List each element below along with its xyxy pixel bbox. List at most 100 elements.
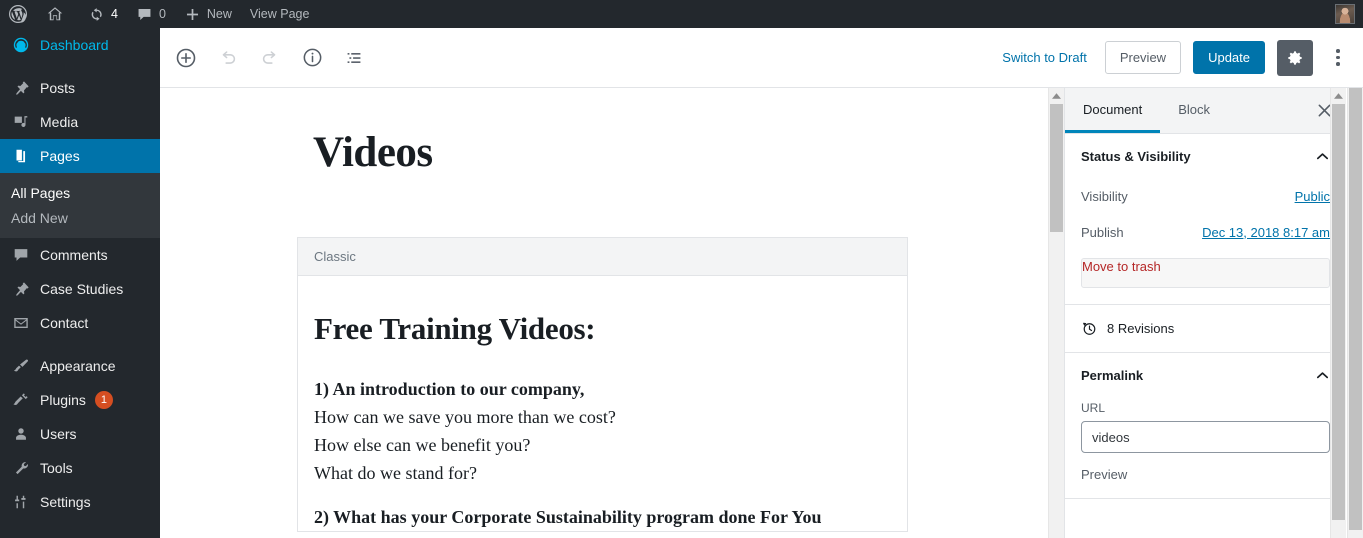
redo-button[interactable]: [252, 40, 288, 76]
content-paragraph: How can we save you more than we cost?: [314, 407, 616, 428]
view-page-link[interactable]: View Page: [241, 0, 319, 28]
status-visibility-panel-header[interactable]: Status & Visibility: [1081, 134, 1330, 178]
pin-icon: [11, 78, 31, 98]
chevron-up-icon[interactable]: [1315, 149, 1330, 164]
canvas-scrollbar-thumb[interactable]: [1050, 104, 1063, 232]
sidebar-item-label: Appearance: [40, 358, 116, 374]
publish-date-button[interactable]: Dec 13, 2018 8:17 am: [1202, 225, 1330, 240]
sidebar-item-label: Settings: [40, 494, 91, 510]
add-block-plus-circle-icon: [174, 46, 198, 70]
kebab-menu-icon-dot: [1336, 55, 1340, 60]
publish-row: Publish Dec 13, 2018 8:17 am: [1081, 214, 1330, 250]
menu-separator: [0, 62, 160, 71]
plugins-update-badge: 1: [94, 391, 113, 409]
wordpress-logo-menu[interactable]: [0, 0, 37, 28]
sidebar-item-media[interactable]: Media: [0, 105, 160, 139]
view-page-label: View Page: [249, 7, 310, 21]
kebab-menu-icon: [1336, 49, 1340, 53]
pages-icon: [11, 146, 31, 166]
sidebar-item-label: Comments: [40, 247, 108, 263]
admin-bar: 4 0 New View Page: [0, 0, 1363, 28]
pages-submenu: All Pages Add New: [0, 173, 160, 238]
sidebar-item-all-pages[interactable]: All Pages: [0, 180, 160, 205]
settings-button[interactable]: [1277, 39, 1313, 76]
sidebar-item-users[interactable]: Users: [0, 417, 160, 451]
content-info-button[interactable]: [294, 40, 330, 76]
url-slug-input[interactable]: [1081, 421, 1330, 453]
settings-sidebar-tabs: Document Block: [1065, 88, 1346, 134]
undo-arrow-icon: [217, 47, 239, 69]
publish-label: Publish: [1081, 224, 1124, 240]
classic-block-content[interactable]: Free Training Videos: 1) An introduction…: [298, 276, 907, 531]
sidebar-item-plugins[interactable]: Plugins 1: [0, 383, 160, 417]
tab-document[interactable]: Document: [1065, 88, 1161, 133]
page-title[interactable]: Videos: [313, 129, 925, 176]
canvas-scrollbar[interactable]: [1048, 88, 1064, 538]
sidebar-item-label: Case Studies: [40, 281, 124, 297]
wordpress-block-editor-screen: 4 0 New View Page Dashboard Posts Media …: [0, 0, 1363, 538]
block-navigation-button[interactable]: [336, 40, 372, 76]
editor-header-toolbar: Switch to Draft Preview Update: [160, 28, 1363, 88]
classic-block-header: Classic: [298, 238, 907, 276]
update-button[interactable]: Update: [1193, 41, 1265, 74]
sidebar-item-comments[interactable]: Comments: [0, 238, 160, 272]
sidebar-item-dashboard[interactable]: Dashboard: [0, 28, 160, 62]
updates-icon: [88, 6, 105, 23]
move-to-trash-button[interactable]: Move to trash: [1081, 258, 1330, 288]
add-block-button[interactable]: [168, 40, 204, 76]
permalink-preview-label: Preview: [1081, 467, 1128, 482]
sidebar-scrollbar-thumb[interactable]: [1332, 104, 1345, 520]
updates-link[interactable]: 4: [79, 0, 127, 28]
sidebar-scrollbar[interactable]: [1330, 88, 1346, 538]
scroll-up-arrow-icon[interactable]: [1331, 88, 1346, 103]
classic-block[interactable]: Classic Free Training Videos: 1) An intr…: [297, 237, 908, 533]
sidebar-item-appearance[interactable]: Appearance: [0, 349, 160, 383]
window-scrollbar-thumb[interactable]: [1349, 16, 1362, 530]
status-visibility-title: Status & Visibility: [1081, 148, 1191, 164]
updates-count: 4: [111, 7, 118, 21]
scroll-up-arrow-icon[interactable]: [1049, 88, 1064, 103]
sidebar-item-case-studies[interactable]: Case Studies: [0, 272, 160, 306]
sidebar-item-label: Posts: [40, 80, 76, 96]
sidebar-item-tools[interactable]: Tools: [0, 451, 160, 485]
sidebar-item-label: Pages: [40, 148, 80, 164]
account-avatar[interactable]: [1335, 4, 1355, 24]
settings-sidebar: Document Block Status & Visibility Visib…: [1064, 88, 1346, 538]
content-paragraph: 1) An introduction to our company,: [314, 379, 585, 400]
media-icon: [11, 112, 31, 132]
content-paragraph: What do we stand for?: [314, 463, 477, 484]
undo-button[interactable]: [210, 40, 246, 76]
visibility-row: Visibility Public: [1081, 178, 1330, 214]
more-options-button[interactable]: [1325, 40, 1351, 76]
comments-count: 0: [158, 7, 166, 21]
home-icon: [46, 5, 64, 23]
sidebar-item-contact[interactable]: Contact: [0, 306, 160, 340]
site-home-link[interactable]: [37, 0, 73, 28]
comment-bubble-icon: [11, 245, 31, 265]
pin-icon: [11, 279, 31, 299]
sidebar-item-posts[interactable]: Posts: [0, 71, 160, 105]
chevron-up-icon[interactable]: [1315, 368, 1330, 383]
preview-button[interactable]: Preview: [1104, 41, 1182, 74]
switch-to-draft-button[interactable]: Switch to Draft: [996, 46, 1093, 69]
sidebar-item-add-new-page[interactable]: Add New: [0, 205, 160, 230]
revisions-clock-icon: [1081, 320, 1098, 337]
new-content-menu[interactable]: New: [175, 0, 241, 28]
sidebar-item-settings[interactable]: Settings: [0, 485, 160, 519]
comments-link[interactable]: 0: [127, 0, 175, 28]
block-navigation-list-icon: [343, 47, 365, 69]
revisions-link[interactable]: 8 Revisions: [1081, 305, 1330, 352]
sidebar-item-label: Plugins: [40, 392, 86, 408]
tab-block[interactable]: Block: [1160, 88, 1228, 133]
sidebar-item-pages[interactable]: Pages: [0, 139, 160, 173]
visibility-label: Visibility: [1081, 188, 1128, 204]
content-heading: Free Training Videos:: [314, 311, 596, 346]
tab-document-label: Document: [1083, 101, 1143, 117]
status-visibility-panel: Status & Visibility Visibility Public Pu…: [1065, 134, 1346, 305]
permalink-panel-header[interactable]: Permalink: [1081, 353, 1330, 397]
info-circle-icon: [301, 46, 324, 69]
menu-separator: [0, 340, 160, 349]
editor-canvas[interactable]: Videos Classic Free Training Videos: 1) …: [160, 88, 1048, 538]
visibility-value-button[interactable]: Public: [1295, 189, 1330, 204]
